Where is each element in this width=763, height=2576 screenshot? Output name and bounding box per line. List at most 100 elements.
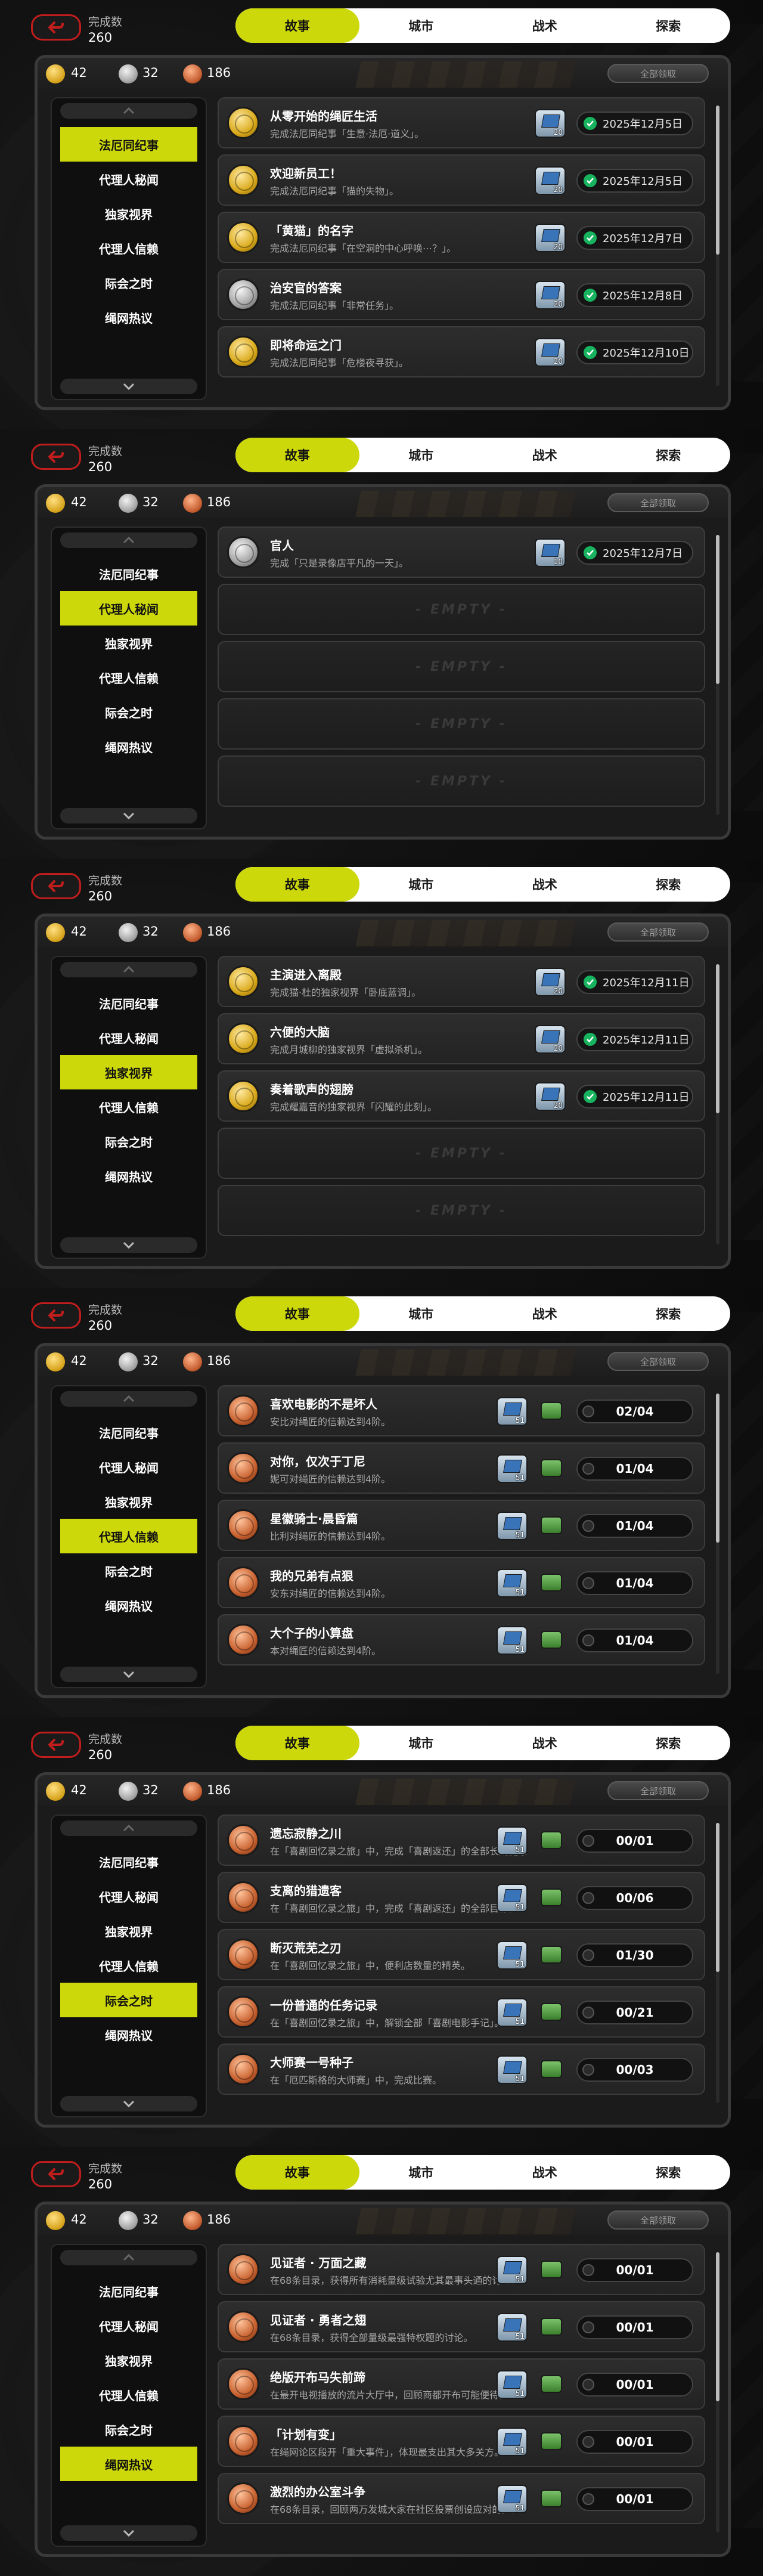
sidebar-item[interactable]: 独家视界 [60, 1484, 197, 1519]
list-scrollbar[interactable] [716, 535, 719, 815]
tab-tactics[interactable]: 战术 [483, 8, 607, 43]
list-scrollbar[interactable] [716, 2252, 719, 2532]
claim-all-button[interactable]: 全部领取 [607, 1781, 709, 1800]
sidebar-item[interactable]: 代理人秘闻 [60, 1020, 197, 1055]
scroll-down-button[interactable] [60, 1237, 197, 1253]
tab-tactics[interactable]: 战术 [483, 2155, 607, 2190]
achievement-entry[interactable]: 官人 完成「只是录像店平凡的一天」。 10 2025年12月7日 [218, 527, 705, 578]
sidebar-item[interactable]: 绳网热议 [60, 2447, 197, 2481]
tab-tactics[interactable]: 战术 [483, 867, 607, 902]
back-button[interactable] [31, 14, 81, 41]
sidebar-item[interactable]: 法厄同纪事 [60, 986, 197, 1020]
achievement-entry[interactable]: 见证者 · 万面之藏 在68条目录，获得所有消耗量级试验尤其最事头通的讨论。 51 0… [218, 2244, 705, 2295]
tab-city[interactable]: 城市 [359, 1296, 483, 1331]
scrollbar-thumb[interactable] [716, 535, 719, 684]
list-scrollbar[interactable] [716, 964, 719, 1244]
sidebar-item[interactable]: 际会之时 [60, 1983, 197, 2017]
sidebar-item[interactable]: 代理人信赖 [60, 2377, 197, 2412]
sidebar-item[interactable]: 绳网热议 [60, 729, 197, 764]
sidebar-item[interactable]: 际会之时 [60, 2412, 197, 2447]
achievement-entry[interactable]: 断灭荒芜之刃 在「喜剧回忆录之旅」中，便利店数量的精英。 51 01/30 [218, 1929, 705, 1980]
scrollbar-thumb[interactable] [716, 1823, 719, 1972]
sidebar-item[interactable]: 际会之时 [60, 1124, 197, 1159]
tab-story[interactable]: 故事 [235, 867, 359, 902]
tab-story[interactable]: 故事 [235, 1726, 359, 1760]
tab-tactics[interactable]: 战术 [483, 1296, 607, 1331]
tab-story[interactable]: 故事 [235, 2155, 359, 2190]
sidebar-item[interactable]: 代理人信赖 [60, 1948, 197, 1983]
claim-all-button[interactable]: 全部领取 [607, 2210, 709, 2230]
sidebar-item[interactable]: 独家视界 [60, 2343, 197, 2377]
achievement-entry[interactable]: 即将命运之门 完成法厄同纪事「危楼夜寻获」。 20 2025年12月10日 [218, 326, 705, 377]
achievement-entry[interactable]: 星徽骑士·晨昏篇 比利对绳匠的信赖达到4阶。 51 01/04 [218, 1500, 705, 1551]
back-button[interactable] [31, 1732, 81, 1758]
claim-all-button[interactable]: 全部领取 [607, 64, 709, 83]
sidebar-item[interactable]: 代理人信赖 [60, 660, 197, 695]
scrollbar-thumb[interactable] [716, 964, 719, 1113]
achievement-entry[interactable]: 遗忘寂静之川 在「喜剧回忆录之旅」中，完成「喜剧返还」的全部长期健康卡。 51 00/… [218, 1815, 705, 1866]
back-button[interactable] [31, 1302, 81, 1329]
tab-explore[interactable]: 探索 [607, 2155, 731, 2190]
scroll-up-button[interactable] [60, 2250, 197, 2265]
achievement-entry[interactable]: 欢迎新员工！ 完成法厄同纪事「猫的失物」。 20 2025年12月5日 [218, 154, 705, 206]
sidebar-item[interactable]: 际会之时 [60, 1553, 197, 1588]
sidebar-item[interactable]: 独家视界 [60, 1914, 197, 1948]
sidebar-item[interactable]: 代理人信赖 [60, 1089, 197, 1124]
tab-story[interactable]: 故事 [235, 8, 359, 43]
achievement-entry[interactable]: 对你，仅次于丁尼 妮可对绳匠的信赖达到4阶。 51 01/04 [218, 1442, 705, 1494]
sidebar-item[interactable]: 代理人秘闻 [60, 2308, 197, 2343]
sidebar-item[interactable]: 独家视界 [60, 196, 197, 231]
sidebar-item[interactable]: 法厄同纪事 [60, 127, 197, 162]
sidebar-item[interactable]: 际会之时 [60, 695, 197, 729]
sidebar-item[interactable]: 代理人秘闻 [60, 591, 197, 626]
claim-all-button[interactable]: 全部领取 [607, 922, 709, 942]
tab-city[interactable]: 城市 [359, 867, 483, 902]
achievement-entry[interactable]: 见证者 · 勇者之翅 在68条目录，获得全部量级最强特权题的讨论。 51 00/01 [218, 2301, 705, 2352]
achievement-entry[interactable]: 大师赛一号种子 在「厄匹斯格的大师赛」中，完成比赛。 51 00/03 [218, 2044, 705, 2095]
achievement-entry[interactable]: 绝版开布马失前蹄 在最开电视播放的流片大厅中，回顾商都开布可能便待。 51 00/01 [218, 2358, 705, 2410]
back-button[interactable] [31, 873, 81, 899]
achievement-entry[interactable]: 主演进入离殿 完成猫·杜的独家视界「卧底蓝调」。 20 2025年12月11日 [218, 956, 705, 1007]
sidebar-item[interactable]: 代理人秘闻 [60, 162, 197, 196]
scrollbar-thumb[interactable] [716, 1394, 719, 1543]
sidebar-item[interactable]: 绳网热议 [60, 300, 197, 335]
scroll-down-button[interactable] [60, 808, 197, 823]
tab-tactics[interactable]: 战术 [483, 1726, 607, 1760]
sidebar-item[interactable]: 独家视界 [60, 1055, 197, 1089]
sidebar-item[interactable]: 代理人信赖 [60, 231, 197, 265]
achievement-entry[interactable]: 「计划有变」 在绳网论区段开「重大事件」，体现最支出其大多关方。 51 00/01 [218, 2416, 705, 2467]
achievement-entry[interactable]: 从零开始的绳匠生活 完成法厄同纪事「生意·法厄·道义」。 20 2025年12月5日 [218, 97, 705, 148]
sidebar-item[interactable]: 独家视界 [60, 626, 197, 660]
achievement-entry[interactable]: 治安官的答案 完成法厄同纪事「非常任务」。 20 2025年12月8日 [218, 269, 705, 320]
sidebar-item[interactable]: 绳网热议 [60, 1588, 197, 1623]
tab-story[interactable]: 故事 [235, 438, 359, 472]
back-button[interactable] [31, 444, 81, 470]
scroll-up-button[interactable] [60, 962, 197, 977]
sidebar-item[interactable]: 际会之时 [60, 265, 197, 300]
sidebar-item[interactable]: 代理人信赖 [60, 1519, 197, 1553]
achievement-entry[interactable]: 支离的猎遗客 在「喜剧回忆录之旅」中，完成「喜剧返还」的全部目标。 51 00/06 [218, 1872, 705, 1923]
tab-explore[interactable]: 探索 [607, 1726, 731, 1760]
sidebar-item[interactable]: 代理人秘闻 [60, 1450, 197, 1484]
sidebar-item[interactable]: 法厄同纪事 [60, 2274, 197, 2308]
list-scrollbar[interactable] [716, 1394, 719, 1674]
achievement-entry[interactable]: 激烈的办公室斗争 在68条目录，回顾两万发城大家在社区投票创设应对的多。 51 00/… [218, 2473, 705, 2524]
tab-explore[interactable]: 探索 [607, 8, 731, 43]
list-scrollbar[interactable] [716, 106, 719, 386]
sidebar-item[interactable]: 绳网热议 [60, 1159, 197, 1193]
sidebar-item[interactable]: 绳网热议 [60, 2017, 197, 2052]
achievement-entry[interactable]: 喜欢电影的不是坏人 安比对绳匠的信赖达到4阶。 51 02/04 [218, 1385, 705, 1436]
achievement-entry[interactable]: 我的兄弟有点狠 安东对绳匠的信赖达到4阶。 51 01/04 [218, 1557, 705, 1608]
tab-explore[interactable]: 探索 [607, 867, 731, 902]
list-scrollbar[interactable] [716, 1823, 719, 2103]
tab-city[interactable]: 城市 [359, 2155, 483, 2190]
tab-tactics[interactable]: 战术 [483, 438, 607, 472]
scroll-down-button[interactable] [60, 2525, 197, 2541]
scroll-down-button[interactable] [60, 2096, 197, 2111]
sidebar-item[interactable]: 代理人秘闻 [60, 1879, 197, 1914]
tab-city[interactable]: 城市 [359, 438, 483, 472]
sidebar-item[interactable]: 法厄同纪事 [60, 556, 197, 591]
scrollbar-thumb[interactable] [716, 106, 719, 255]
scroll-up-button[interactable] [60, 532, 197, 548]
tab-city[interactable]: 城市 [359, 1726, 483, 1760]
